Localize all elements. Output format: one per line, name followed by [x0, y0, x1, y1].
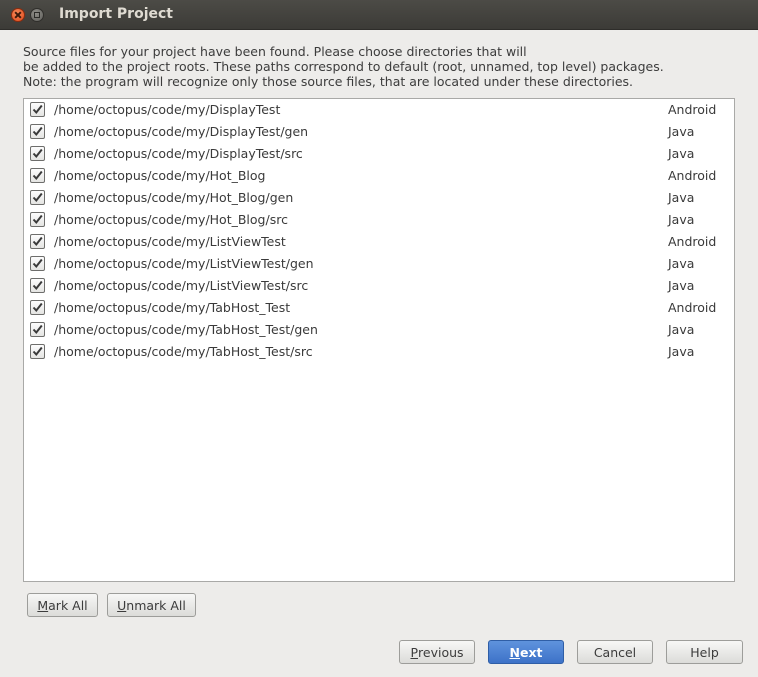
mark-all-button[interactable]: Mark All: [27, 593, 98, 617]
root-path: /home/octopus/code/my/DisplayTest/gen: [54, 124, 309, 139]
unmark-all-mnemonic: U: [117, 597, 127, 613]
list-item[interactable]: /home/octopus/code/my/DisplayTest Android: [24, 99, 734, 121]
root-path: /home/octopus/code/my/TabHost_Test: [54, 300, 291, 315]
checkbox[interactable]: [30, 300, 45, 315]
import-project-dialog: Import Project Source files for your pro…: [0, 0, 758, 677]
checkmark-icon: [32, 258, 43, 269]
root-type: Java: [668, 124, 695, 139]
checkmark-icon: [32, 192, 43, 203]
list-item[interactable]: /home/octopus/code/my/ListViewTest/gen Ja…: [24, 253, 734, 275]
checkbox[interactable]: [30, 278, 45, 293]
root-path: /home/octopus/code/my/TabHost_Test/src: [54, 344, 313, 359]
checkmark-icon: [32, 280, 43, 291]
list-item[interactable]: /home/octopus/code/my/TabHost_Test/src Ja…: [24, 341, 734, 363]
previous-mnemonic: P: [410, 644, 419, 660]
list-item[interactable]: /home/octopus/code/my/TabHost_Test/gen Ja…: [24, 319, 734, 341]
checkmark-icon: [32, 148, 43, 159]
checkbox[interactable]: [30, 168, 45, 183]
root-type: Java: [668, 256, 695, 271]
checkbox[interactable]: [30, 190, 45, 205]
root-type: Android: [668, 300, 717, 315]
maximize-icon[interactable]: [30, 8, 44, 22]
root-type: Java: [668, 146, 695, 161]
checkbox[interactable]: [30, 344, 45, 359]
root-type: Android: [668, 102, 717, 117]
checkbox[interactable]: [30, 256, 45, 271]
list-item[interactable]: /home/octopus/code/my/ListViewTest Androi…: [24, 231, 734, 253]
root-type: Java: [668, 322, 695, 337]
root-type: Android: [668, 234, 717, 249]
root-type: Java: [668, 212, 695, 227]
description-line-2: be added to the project roots. These pat…: [23, 59, 664, 74]
checkbox[interactable]: [30, 146, 45, 161]
root-path: /home/octopus/code/my/Hot_Blog/src: [54, 212, 288, 227]
list-item[interactable]: /home/octopus/code/my/ListViewTest/src Ja…: [24, 275, 734, 297]
description-line-1: Source files for your project have been …: [23, 44, 527, 59]
checkmark-icon: [32, 324, 43, 335]
mark-all-mnemonic: M: [37, 597, 49, 613]
checkbox[interactable]: [30, 212, 45, 227]
root-path: /home/octopus/code/my/DisplayTest/src: [54, 146, 303, 161]
next-button[interactable]: Next: [488, 640, 564, 664]
title-bar: Import Project: [0, 0, 758, 30]
checkmark-icon: [32, 302, 43, 313]
unmark-all-label: nmark All: [126, 597, 186, 613]
root-type: Android: [668, 168, 717, 183]
description: Source files for your project have been …: [23, 44, 743, 89]
list-item[interactable]: /home/octopus/code/my/Hot_Blog Android: [24, 165, 734, 187]
mark-all-label: ark All: [48, 597, 88, 613]
root-path: /home/octopus/code/my/Hot_Blog: [54, 168, 266, 183]
root-path: /home/octopus/code/my/TabHost_Test/gen: [54, 322, 318, 337]
root-path: /home/octopus/code/my/Hot_Blog/gen: [54, 190, 294, 205]
cancel-button[interactable]: Cancel: [577, 640, 653, 664]
next-mnemonic: N: [509, 644, 520, 660]
previous-label: revious: [418, 644, 464, 660]
checkmark-icon: [32, 104, 43, 115]
root-type: Java: [668, 278, 695, 293]
root-path: /home/octopus/code/my/DisplayTest: [54, 102, 281, 117]
checkmark-icon: [32, 236, 43, 247]
checkbox[interactable]: [30, 234, 45, 249]
checkmark-icon: [32, 214, 43, 225]
root-path: /home/octopus/code/my/ListViewTest: [54, 234, 286, 249]
root-type: Java: [668, 190, 695, 205]
list-item[interactable]: /home/octopus/code/my/Hot_Blog/src Java: [24, 209, 734, 231]
source-roots-list[interactable]: /home/octopus/code/my/DisplayTest Android…: [23, 98, 735, 582]
root-path: /home/octopus/code/my/ListViewTest/src: [54, 278, 309, 293]
list-item[interactable]: /home/octopus/code/my/Hot_Blog/gen Java: [24, 187, 734, 209]
root-type: Java: [668, 344, 695, 359]
unmark-all-button[interactable]: Unmark All: [107, 593, 196, 617]
next-label: ext: [519, 644, 543, 660]
root-path: /home/octopus/code/my/ListViewTest/gen: [54, 256, 314, 271]
checkmark-icon: [32, 346, 43, 357]
list-item[interactable]: /home/octopus/code/my/TabHost_Test Androi…: [24, 297, 734, 319]
checkbox[interactable]: [30, 124, 45, 139]
checkmark-icon: [32, 126, 43, 137]
help-button[interactable]: Help: [666, 640, 743, 664]
checkmark-icon: [32, 170, 43, 181]
list-item[interactable]: /home/octopus/code/my/DisplayTest/gen Jav…: [24, 121, 734, 143]
checkbox[interactable]: [30, 322, 45, 337]
list-item[interactable]: /home/octopus/code/my/DisplayTest/src Jav…: [24, 143, 734, 165]
window-title: Import Project: [59, 6, 173, 22]
close-icon[interactable]: [11, 8, 25, 22]
checkbox[interactable]: [30, 102, 45, 117]
description-line-3: Note: the program will recognize only th…: [23, 74, 634, 89]
previous-button[interactable]: Previous: [399, 640, 475, 664]
